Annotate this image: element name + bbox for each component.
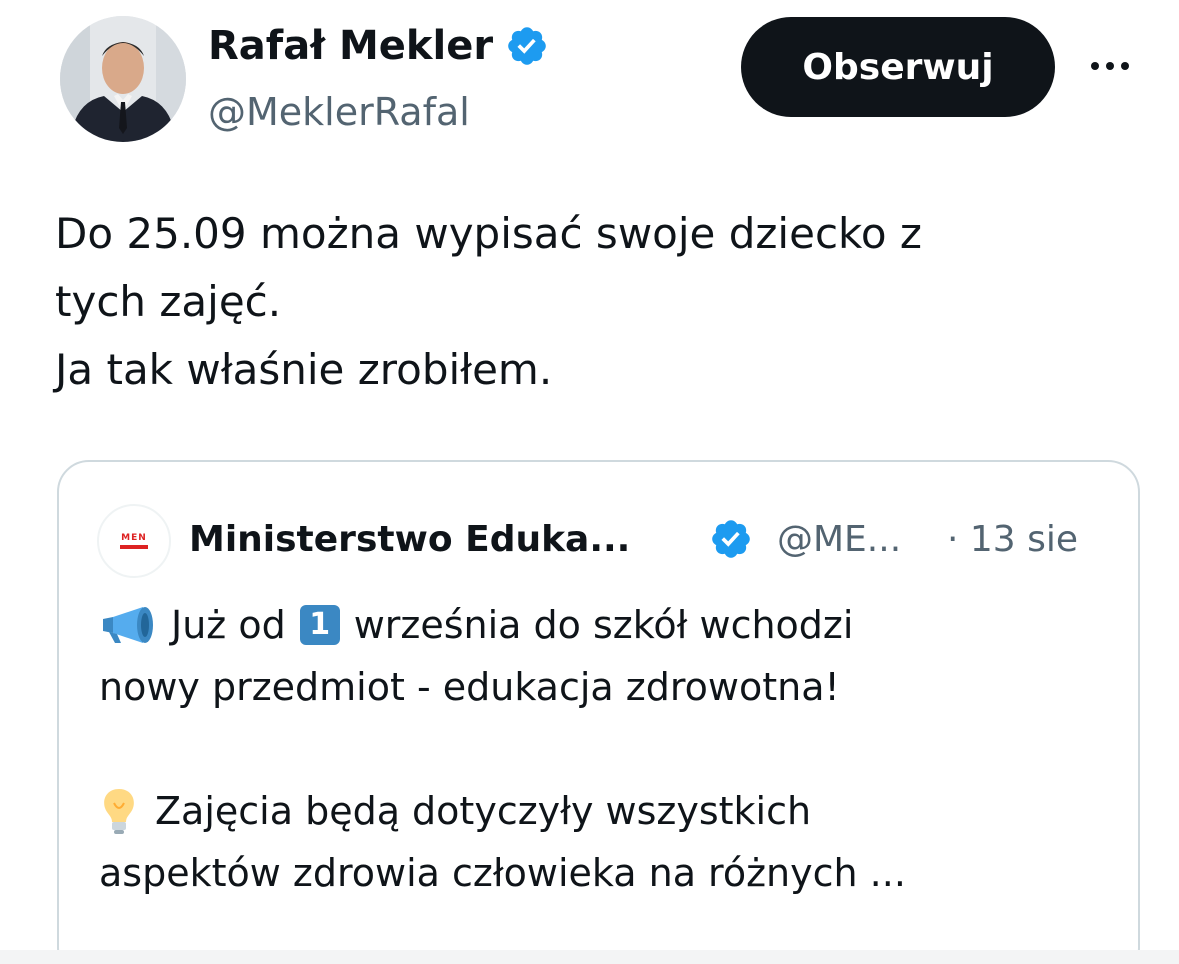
keycap-one-icon: 1 — [299, 605, 340, 645]
verified-badge-icon — [508, 27, 546, 65]
megaphone-icon — [103, 607, 153, 643]
follow-button[interactable]: Obserwuj — [741, 17, 1055, 117]
author-photo-icon — [60, 16, 186, 142]
quoted-author-name[interactable]: Ministerstwo Eduka... — [189, 514, 630, 566]
men-logo-text: MEN — [121, 533, 147, 543]
quoted-tweet-card[interactable]: MEN Ministerstwo Eduka... @ME... · 13 si… — [57, 460, 1140, 964]
author-name-text: Rafał Mekler — [208, 23, 494, 69]
tweet-text: Do 25.09 można wypisać swoje dziecko z t… — [55, 200, 1135, 404]
verified-badge-icon — [712, 520, 750, 558]
more-dot — [1121, 62, 1129, 70]
quoted-text-line: aspektów zdrowia człowieka na różnych ..… — [99, 851, 906, 895]
quoted-tweet-text: Już od 1 września do szkół wchodzi nowy … — [99, 594, 1109, 904]
quoted-author-handle[interactable]: @ME... — [777, 514, 901, 566]
more-dot — [1106, 62, 1114, 70]
quoted-text-segment: Zajęcia będą dotyczyły wszystkich — [155, 789, 812, 833]
quoted-text-line: nowy przedmiot - edukacja zdrowotna! — [99, 665, 840, 709]
author-handle[interactable]: @MeklerRafal — [208, 89, 470, 135]
tweet-text-line: Do 25.09 można wypisać swoje dziecko z — [55, 209, 922, 258]
more-options-icon[interactable] — [1082, 46, 1138, 86]
quoted-text-line: Zajęcia będą dotyczyły wszystkich — [99, 780, 1109, 842]
men-logo-bar — [120, 545, 148, 549]
quoted-text-line: Już od 1 września do szkół wchodzi — [99, 594, 1109, 656]
tweet-text-line: tych zajęć. — [55, 277, 282, 326]
quoted-avatar[interactable]: MEN — [97, 504, 171, 578]
lightbulb-icon — [104, 789, 134, 834]
quoted-date[interactable]: · 13 sie — [947, 514, 1078, 566]
author-avatar[interactable] — [60, 16, 186, 142]
tweet-text-line: Ja tak właśnie zrobiłem. — [55, 345, 553, 394]
quoted-text-segment: września do szkół wchodzi — [353, 603, 854, 647]
quoted-text-segment: Już od — [171, 603, 286, 647]
bottom-divider — [0, 950, 1179, 964]
more-dot — [1091, 62, 1099, 70]
author-name[interactable]: Rafał Mekler — [208, 22, 549, 70]
tweet-screenshot: Rafał Mekler @MeklerRafal Obserwuj Do 25… — [0, 0, 1179, 964]
